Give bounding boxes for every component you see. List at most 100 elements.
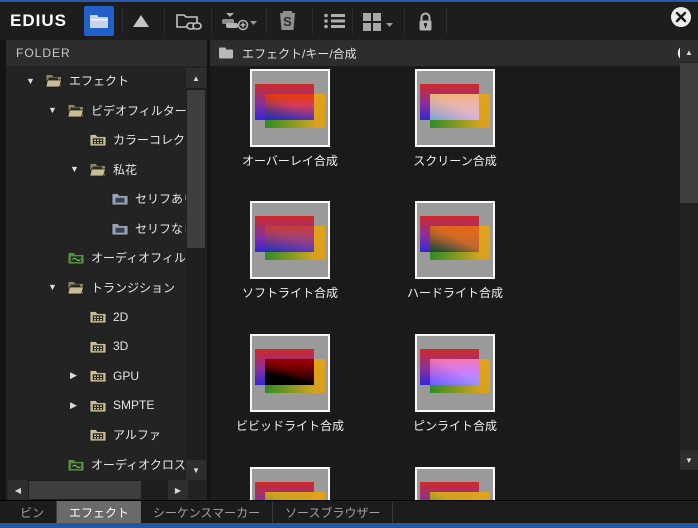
chevron-down-icon[interactable]: ▼ <box>48 282 61 292</box>
chevron-down-icon[interactable]: ▼ <box>48 105 61 115</box>
tree-item-label: 私花 <box>113 162 138 177</box>
tree-item-label: トランジション <box>91 280 176 295</box>
effect-item[interactable]: ソフトライト合成 <box>215 201 365 301</box>
tree-item-label: エフェクト <box>69 74 130 89</box>
gradient-rect-front <box>314 94 325 128</box>
gradient-rect-front <box>314 492 325 500</box>
add-clip-button[interactable] <box>215 6 263 36</box>
effect-panel-header: エフェクト/キー/合成 <box>210 40 698 66</box>
folder-panel: FOLDER ▼ エフェクト ▼ ビデオフィルター カラーコレクシ ▼ 私花 セリフ… <box>6 40 207 500</box>
up-arrow-button[interactable] <box>126 6 156 36</box>
folder-tan-grid-icon <box>89 339 107 354</box>
tree-item-label: 3D <box>113 339 129 354</box>
gradient-rect-front <box>479 359 490 393</box>
blend-thumbnail-icon <box>250 69 330 147</box>
tree-item[interactable]: アルファ <box>6 420 207 450</box>
grid-vscrollbar[interactable]: ▲ ▼ <box>680 42 698 470</box>
tree-item[interactable]: 3D <box>6 332 207 362</box>
blend-thumbnail-icon <box>250 467 330 500</box>
folder-icon <box>218 47 234 59</box>
tree-item[interactable]: 2D <box>6 302 207 332</box>
tree-item-label: ビデオフィルター <box>91 103 187 118</box>
list-view-button[interactable] <box>317 6 351 36</box>
gradient-rect-front <box>265 385 314 393</box>
svg-text:S: S <box>283 14 292 29</box>
effect-item[interactable]: ハードライト合成 <box>380 201 530 301</box>
gradient-rect-front <box>430 252 479 260</box>
tree-item[interactable]: オーディオクロスフ <box>6 450 207 480</box>
effect-item-label: ピンライト合成 <box>412 419 497 433</box>
gradient-rect-front <box>314 226 325 260</box>
tree-item[interactable]: セリフあり <box>6 184 207 214</box>
window-close-button[interactable] <box>669 5 693 29</box>
folder-green-icon <box>67 457 85 472</box>
folder-tan-grid-icon <box>89 132 107 147</box>
grid-view-dropdown-icon <box>362 12 394 31</box>
tree-item[interactable]: ▼ トランジション <box>6 273 207 303</box>
effect-item[interactable]: ピンライト合成 <box>380 334 530 434</box>
blend-thumbnail-icon <box>250 334 330 412</box>
folder-blue-icon <box>111 221 129 236</box>
open-folder-link-button[interactable] <box>169 6 209 36</box>
folder-tan-open-icon <box>89 162 107 177</box>
tree-hscrollbar[interactable]: ◀ ▶ <box>8 480 188 500</box>
gradient-rect-front <box>430 385 479 393</box>
scroll-right-button[interactable]: ▶ <box>168 480 188 500</box>
blend-thumbnail-icon <box>415 201 495 279</box>
effect-item[interactable]: ビビッドライト合成 <box>215 334 365 434</box>
chevron-down-icon[interactable]: ▼ <box>70 164 83 174</box>
scroll-down-button[interactable]: ▼ <box>680 450 698 470</box>
effect-item[interactable]: オーバーレイ合成 <box>215 69 365 169</box>
tree-item-label: オーディオフィルタ <box>91 251 198 266</box>
add-clip-dropdown-icon <box>220 10 258 32</box>
tab-bin[interactable]: ビン <box>8 501 58 523</box>
effect-item-label: ビビッドライト合成 <box>235 419 344 433</box>
tab-sequence-marker[interactable]: シーケンスマーカー <box>141 501 274 523</box>
effect-item-label: ハードライト合成 <box>406 286 503 300</box>
tree-item-label: 2D <box>113 309 129 324</box>
tree-vscrollbar[interactable]: ▲ ▼ <box>186 68 206 480</box>
scrollbar-thumb[interactable] <box>29 481 141 499</box>
tree-item[interactable]: ▶ GPU <box>6 361 207 391</box>
gradient-rect-front <box>479 94 490 128</box>
tree-item[interactable]: ▶ SMPTE <box>6 391 207 421</box>
chevron-right-icon[interactable]: ▶ <box>70 400 83 411</box>
folder-tree: ▼ エフェクト ▼ ビデオフィルター カラーコレクシ ▼ 私花 セリフあり セリフな… <box>6 66 207 480</box>
thumbnail-view-button[interactable] <box>356 6 400 36</box>
scrollbar-thumb[interactable] <box>680 63 698 203</box>
tree-item-label: SMPTE <box>113 398 155 413</box>
tree-item[interactable]: セリフなし <box>6 214 207 244</box>
window-bottom-border <box>0 523 698 528</box>
folder-tan-grid-icon <box>89 427 107 442</box>
folder-blue-icon <box>111 191 129 206</box>
effect-item-label: オーバーレイ合成 <box>242 154 338 168</box>
trash-button[interactable]: S <box>271 6 303 36</box>
tree-item[interactable]: カラーコレクシ <box>6 125 207 155</box>
chevron-right-icon[interactable]: ▶ <box>70 370 83 381</box>
scroll-left-button[interactable]: ◀ <box>8 480 28 500</box>
folder-tan-grid-icon <box>89 398 107 413</box>
tree-item[interactable]: ▼ エフェクト <box>6 66 207 96</box>
effect-item[interactable] <box>215 467 365 500</box>
chevron-down-icon[interactable]: ▼ <box>26 76 39 86</box>
folder-tree-toggle-button[interactable] <box>84 6 114 36</box>
tab-source-browser[interactable]: ソースブラウザー <box>273 501 394 523</box>
scroll-up-button[interactable]: ▲ <box>680 42 698 62</box>
blend-thumbnail-icon <box>415 69 495 147</box>
folder-panel-header: FOLDER <box>6 40 207 66</box>
gradient-rect-front <box>479 492 490 500</box>
tab-effect[interactable]: エフェクト <box>57 501 142 523</box>
lock-button[interactable] <box>410 6 440 36</box>
effect-panel: エフェクト/キー/合成 オーバーレイ合成 スクリーン合成 ソフトライト合成 ハードライ… <box>210 40 698 500</box>
effect-item[interactable]: スクリーン合成 <box>380 69 530 169</box>
trash-s-icon: S <box>277 10 298 33</box>
tree-item[interactable]: ▼ ビデオフィルター <box>6 96 207 126</box>
scrollbar-thumb[interactable] <box>187 90 205 248</box>
folder-green-icon <box>67 250 85 265</box>
gradient-rect-front <box>479 226 490 260</box>
tree-item[interactable]: オーディオフィルタ <box>6 243 207 273</box>
effect-item[interactable] <box>380 467 530 500</box>
scroll-up-button[interactable]: ▲ <box>186 68 206 88</box>
scroll-down-button[interactable]: ▼ <box>186 460 206 480</box>
tree-item[interactable]: ▼ 私花 <box>6 155 207 185</box>
